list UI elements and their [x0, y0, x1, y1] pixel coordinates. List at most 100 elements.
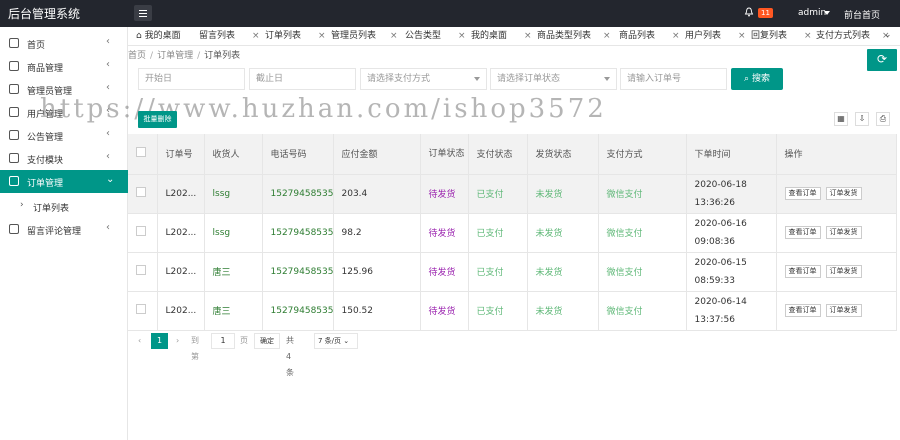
close-icon[interactable]: ×	[672, 27, 680, 45]
start-date-input[interactable]: 开始日	[138, 68, 245, 90]
ship-order-button[interactable]: 订单发货	[825, 226, 862, 239]
view-order-button[interactable]: 查看订单	[784, 265, 821, 278]
next-page-icon[interactable]: ›	[176, 333, 179, 349]
ship-order-button[interactable]: 订单发货	[825, 187, 862, 200]
row-checkbox[interactable]	[136, 304, 146, 314]
end-date-input[interactable]: 截止日	[249, 68, 356, 90]
goto-label: 到第	[191, 336, 199, 361]
column-header[interactable]: 应付金额	[333, 134, 421, 175]
tab-users[interactable]: 用户列表 ×	[685, 27, 746, 45]
order-status-select[interactable]: 请选择订单状态	[490, 68, 617, 90]
close-icon[interactable]: ×	[804, 27, 812, 45]
pay-method-select[interactable]: 请选择支付方式	[360, 68, 487, 90]
tab-goods-types[interactable]: 商品类型列表 ×	[537, 27, 611, 45]
tab-orders[interactable]: 订单列表 ×	[265, 27, 326, 45]
columns-icon[interactable]: ▦	[834, 112, 848, 126]
tab-replies[interactable]: 回复列表 ×	[751, 27, 812, 45]
tab-admins[interactable]: 管理员列表 ×	[331, 27, 398, 45]
view-order-button[interactable]: 查看订单	[784, 187, 821, 200]
tab-messages[interactable]: 留言列表 ×	[199, 27, 260, 45]
page-current[interactable]: 1	[151, 333, 168, 349]
tab-desktop[interactable]: ⌂ 我的桌面	[136, 27, 181, 45]
column-header[interactable]: 支付方式	[598, 134, 687, 175]
export-icon[interactable]: ⇩	[855, 112, 869, 126]
table-row[interactable]: L202... 唐三 15279458535 125.96 待发货 已支付 未发…	[128, 252, 897, 292]
chevron-left-icon: ‹	[106, 82, 110, 93]
bell-icon[interactable]	[744, 7, 754, 17]
sidebar-item-payment[interactable]: 支付模块 ‹	[0, 147, 128, 170]
row-checkbox-cell	[128, 252, 158, 292]
cell-status: 待发货	[420, 291, 469, 331]
menu-toggle-icon[interactable]	[134, 5, 152, 21]
tab-notice-types[interactable]: 公告类型 ×	[405, 27, 466, 45]
row-checkbox[interactable]	[136, 187, 146, 197]
sidebar-item-label: 留言评论管理	[27, 227, 82, 237]
cell-time: 13:36:26	[694, 197, 735, 208]
table-row[interactable]: L202... 唐三 15279458535 150.52 待发货 已支付 未发…	[128, 291, 897, 331]
sidebar-subitem-order-list[interactable]: › 订单列表	[0, 195, 128, 217]
sidebar-item-goods[interactable]: 商品管理 ‹	[0, 55, 128, 78]
ship-order-button[interactable]: 订单发货	[825, 265, 862, 278]
close-icon[interactable]: ×	[524, 27, 532, 45]
prev-page-icon[interactable]: ‹	[138, 333, 141, 349]
home-icon	[9, 38, 19, 48]
ship-order-button[interactable]: 订单发货	[825, 304, 862, 317]
front-home-link[interactable]: 前台首页	[844, 8, 880, 21]
cell-status: 待发货	[420, 213, 469, 253]
order-no-input[interactable]: 请输入订单号	[620, 68, 727, 90]
sidebar-item-orders[interactable]: 订单管理 ⌄	[0, 170, 128, 193]
cell-order-no: L202...	[157, 213, 205, 253]
refresh-icon: ⟳	[876, 52, 888, 66]
close-icon[interactable]: ×	[603, 27, 611, 45]
user-menu[interactable]: admin	[798, 8, 826, 18]
page-size-select[interactable]: 7 条/页 ⌄	[314, 333, 358, 349]
table-row[interactable]: L202... lssg 15279458535 98.2 待发货 已支付 未发…	[128, 213, 897, 253]
close-icon[interactable]: ×	[738, 27, 746, 45]
sidebar-item-label: 首页	[27, 41, 46, 51]
column-header[interactable]: 订单状态	[420, 134, 469, 175]
goto-confirm-button[interactable]: 确定	[254, 333, 280, 349]
sidebar-item-notices[interactable]: 公告管理 ‹	[0, 124, 128, 147]
cell-time: 09:08:36	[694, 236, 735, 247]
tab-desktop-2[interactable]: 我的桌面 ×	[471, 27, 532, 45]
view-order-button[interactable]: 查看订单	[784, 226, 821, 239]
sidebar-item-home[interactable]: 首页 ‹	[0, 32, 128, 55]
row-checkbox[interactable]	[136, 226, 146, 236]
select-all-checkbox[interactable]	[136, 147, 146, 158]
print-icon[interactable]: ⎙	[876, 112, 890, 126]
caret-down-icon[interactable]	[824, 11, 830, 15]
batch-delete-button[interactable]: 批量删除	[138, 111, 177, 128]
row-checkbox-cell	[128, 291, 158, 331]
sidebar-item-comments[interactable]: 留言评论管理 ‹	[0, 218, 128, 241]
close-icon[interactable]: ×	[318, 27, 326, 45]
cell-actions: 查看订单 订单发货	[776, 252, 897, 292]
cell-amount: 150.52	[333, 291, 421, 331]
tab-pay-methods[interactable]: 支付方式列表 ×	[816, 27, 890, 45]
close-icon[interactable]: ×	[458, 27, 466, 45]
breadcrumb-section[interactable]: 订单管理	[157, 51, 193, 61]
app-title: 后台管理系统	[8, 7, 81, 21]
close-icon[interactable]: ×	[252, 27, 260, 45]
chevron-left-icon: ‹	[106, 222, 110, 233]
view-order-button[interactable]: 查看订单	[784, 304, 821, 317]
chevron-down-icon[interactable]: ⌄	[884, 30, 898, 44]
goods-icon	[9, 61, 19, 71]
column-header[interactable]: 电话号码	[262, 134, 334, 175]
column-header[interactable]: 支付状态	[468, 134, 528, 175]
cell-ship-status: 未发货	[527, 252, 599, 292]
cell-ship-status: 未发货	[527, 174, 599, 214]
close-icon[interactable]: ×	[390, 27, 398, 45]
search-button[interactable]: ⌕ 搜索	[731, 68, 783, 90]
column-header[interactable]: 收货人	[204, 134, 263, 175]
top-bar: 后台管理系统 11 admin 前台首页	[0, 0, 900, 27]
breadcrumb-home[interactable]: 首页	[128, 51, 146, 61]
refresh-button[interactable]: ⟳	[867, 49, 897, 71]
table-row[interactable]: L202... lssg 15279458535 203.4 待发货 已支付 未…	[128, 174, 897, 214]
goto-page-input[interactable]: 1	[211, 333, 235, 349]
column-header[interactable]: 发货状态	[527, 134, 599, 175]
row-checkbox[interactable]	[136, 265, 146, 275]
column-header[interactable]: 下单时间	[686, 134, 777, 175]
tab-goods[interactable]: 商品列表 ×	[619, 27, 680, 45]
pay-icon	[9, 153, 19, 163]
column-header[interactable]: 订单号	[157, 134, 205, 175]
